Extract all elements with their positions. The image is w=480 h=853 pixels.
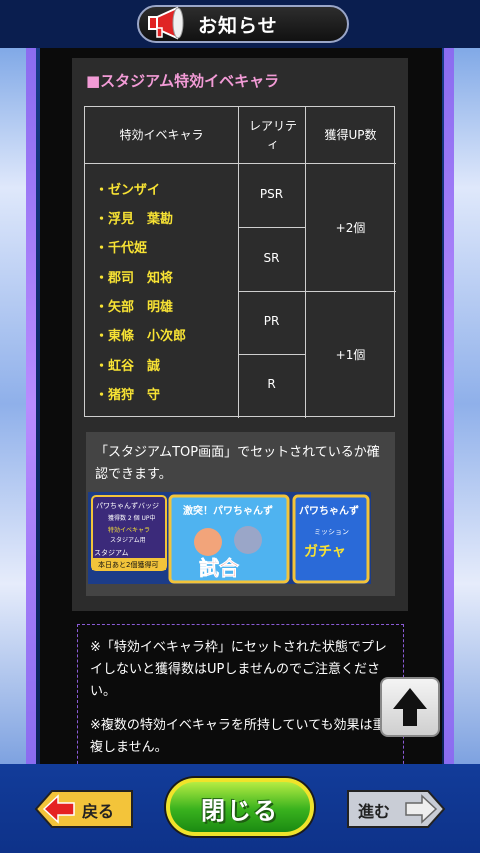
header-character: 特効イベキャラ bbox=[119, 128, 204, 142]
stadium-top-banner: パワちゃんずバッジ 獲得数 2 個 UP中 特効イベキャラ スタジアム用 スタジ… bbox=[88, 492, 371, 584]
header-up-count: 獲得UP数 bbox=[324, 128, 377, 142]
character-name: ・東條 小次郎 bbox=[95, 329, 187, 344]
stadium-note-box: 「スタジアムTOP画面」でセットされているか確認できます。 パワちゃんずバッジ … bbox=[86, 432, 395, 596]
close-label: 閉じる bbox=[201, 797, 279, 825]
badge-panel: パワちゃんずバッジ 獲得数 2 個 UP中 特効イベキャラ スタジアム用 スタジ… bbox=[91, 495, 167, 571]
warning-text: ※「特効イベキャラ枠」にセットされた状態でプレイしないと獲得数はUPしませんので… bbox=[90, 640, 387, 699]
warning-text: ※複数の特効イベキャラを所持していても効果は重複しません。 bbox=[90, 718, 386, 755]
rarity-sr: SR bbox=[263, 251, 280, 265]
character-name: ・矢部 明雄 bbox=[95, 300, 174, 315]
arrow-up-icon bbox=[393, 688, 427, 726]
left-side-decoration bbox=[0, 44, 36, 764]
character-name: ・浮見 葉勘 bbox=[95, 212, 174, 227]
badge-count: 獲得数 2 個 UP中 bbox=[108, 514, 156, 522]
scroll-top-button[interactable] bbox=[380, 677, 440, 737]
up-count-2: +2個 bbox=[335, 221, 366, 235]
header-rarity: レアリティ bbox=[248, 119, 297, 151]
app-frame: お知らせ ■スタジアム特効イベキャラ 特効イベキャラ レアリティ 獲得UP数 ・… bbox=[0, 0, 480, 853]
gacha-sub: ミッション bbox=[314, 528, 349, 536]
gacha-title: パワちゃんず bbox=[299, 504, 359, 517]
rarity-r: R bbox=[267, 377, 276, 391]
table-divider bbox=[238, 291, 396, 292]
right-side-decoration bbox=[444, 44, 480, 764]
table-divider bbox=[85, 163, 396, 164]
next-label: 進む bbox=[358, 802, 391, 821]
stadium-note-text: 「スタジアムTOP画面」でセットされているか確認できます。 bbox=[95, 445, 380, 483]
character-name: ・虹谷 誠 bbox=[95, 359, 161, 374]
section-title: ■スタジアム特効イベキャラ bbox=[86, 72, 280, 90]
stadium-info-card: ■スタジアム特効イベキャラ 特効イベキャラ レアリティ 獲得UP数 ・ゼンザイ … bbox=[72, 58, 408, 611]
gacha-label: ガチャ bbox=[304, 544, 346, 560]
megaphone-icon bbox=[148, 6, 184, 40]
table-divider bbox=[238, 354, 305, 355]
character-name: ・千代姫 bbox=[95, 241, 148, 256]
badge-scope: スタジアム用 bbox=[110, 536, 146, 544]
character-name: ・郡司 知将 bbox=[95, 271, 174, 286]
table-divider bbox=[305, 107, 306, 418]
match-label: 試合 bbox=[199, 556, 240, 580]
character-table: 特効イベキャラ レアリティ 獲得UP数 ・ゼンザイ ・浮見 葉勘 ・千代姫 ・郡… bbox=[84, 106, 396, 418]
close-button[interactable]: 閉じる bbox=[166, 778, 314, 836]
rarity-pr: PR bbox=[263, 314, 280, 328]
badge-remaining: 本日あと2個獲得可 bbox=[98, 560, 158, 569]
gacha-panel: パワちゃんず ミッション ガチャ bbox=[292, 494, 370, 584]
match-title: 激突！パワちゃんず bbox=[183, 504, 273, 517]
badge-title: パワちゃんずバッジ bbox=[96, 501, 159, 510]
badge-label: スタジアム bbox=[94, 548, 129, 557]
warning-box: ※「特効イベキャラ枠」にセットされた状態でプレイしないと獲得数はUPしませんので… bbox=[77, 624, 404, 764]
character-name: ・ゼンザイ bbox=[95, 183, 161, 198]
content-scroll-area[interactable]: ■スタジアム特効イベキャラ 特効イベキャラ レアリティ 獲得UP数 ・ゼンザイ … bbox=[40, 48, 442, 764]
table-divider bbox=[238, 227, 305, 228]
character-name: ・猪狩 守 bbox=[95, 388, 161, 403]
header-bar: お知らせ bbox=[0, 0, 480, 48]
page-title: お知らせ bbox=[198, 15, 278, 37]
up-count-1: +1個 bbox=[335, 348, 366, 362]
match-panel: 激突！パワちゃんず 試合 bbox=[168, 494, 290, 584]
rarity-psr: PSR bbox=[259, 187, 284, 201]
badge-target: 特効イベキャラ bbox=[108, 526, 150, 534]
back-label: 戻る bbox=[82, 802, 115, 821]
footer-bar: 戻る 閉じる 進む bbox=[0, 764, 480, 853]
